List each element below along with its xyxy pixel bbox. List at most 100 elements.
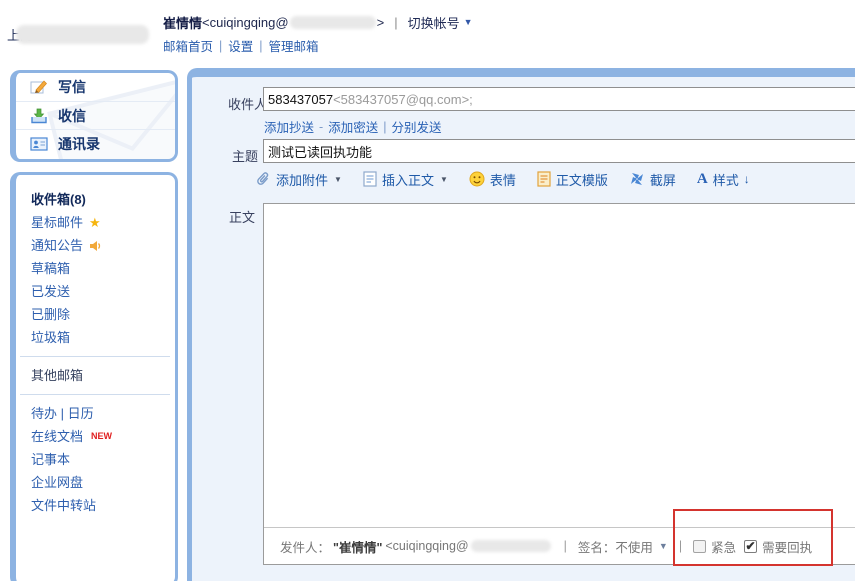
folder-label: 草稿箱 bbox=[31, 257, 70, 280]
folder-label: 已发送 bbox=[31, 280, 70, 303]
arrow-down-icon: ↓ bbox=[744, 172, 750, 186]
send-separately-link[interactable]: 分别发送 bbox=[391, 117, 441, 136]
webmail-compose-page: 上海 崔情情<cuiqingqing@> | 切换帐号 ▼ 邮箱首页 | 设置 … bbox=[0, 0, 855, 581]
style-button[interactable]: A 样式 ↓ bbox=[697, 170, 750, 189]
divider bbox=[20, 394, 170, 395]
folder-label: 垃圾箱 bbox=[31, 326, 70, 349]
cc-bcc-links: 添加抄送 - 添加密送 | 分别发送 bbox=[264, 117, 441, 136]
read-receipt-checkbox[interactable] bbox=[744, 540, 757, 553]
nav-manage-mailbox[interactable]: 管理邮箱 bbox=[269, 36, 319, 55]
to-input[interactable]: 583437057<583437057@qq.com>; bbox=[263, 87, 855, 111]
compose-pencil-icon bbox=[30, 79, 48, 95]
urgent-option: 紧急 bbox=[693, 537, 736, 556]
separator: | bbox=[394, 15, 397, 30]
body-template-button[interactable]: 正文模版 bbox=[537, 170, 608, 189]
sidebar-item-label: 通讯录 bbox=[58, 134, 100, 154]
add-attachment-button[interactable]: 添加附件 ▼ bbox=[256, 170, 342, 189]
sidebar-item-online-docs[interactable]: 在线文档 NEW bbox=[16, 425, 175, 448]
add-cc-link[interactable]: 添加抄送 bbox=[264, 117, 314, 136]
emoji-button[interactable]: 表情 bbox=[469, 170, 516, 189]
document-icon bbox=[363, 171, 377, 187]
read-receipt-label[interactable]: 需要回执 bbox=[762, 537, 812, 556]
nav-mail-home[interactable]: 邮箱首页 bbox=[163, 36, 213, 55]
email-redaction-blur bbox=[290, 16, 376, 29]
tool-label: 插入正文 bbox=[382, 170, 434, 189]
body-editor[interactable] bbox=[264, 204, 855, 528]
user-display-name: 崔情情 bbox=[163, 13, 202, 32]
folder-label: 其他邮箱 bbox=[31, 364, 83, 387]
contacts-card-icon bbox=[30, 137, 48, 151]
chevron-down-icon: ▼ bbox=[334, 175, 342, 184]
email-redaction-blur bbox=[471, 540, 551, 552]
folder-label: 收件箱(8) bbox=[31, 188, 86, 211]
template-icon bbox=[537, 171, 551, 187]
separator: - bbox=[319, 120, 323, 134]
tool-label: 添加附件 bbox=[276, 170, 328, 189]
signature-select[interactable]: 不使用 ▼ bbox=[615, 537, 667, 556]
folder-spam[interactable]: 垃圾箱 bbox=[16, 326, 175, 349]
tool-label: 在线文档 bbox=[31, 425, 83, 448]
folder-label: 通知公告 bbox=[31, 234, 83, 257]
sidebar-item-file-transfer[interactable]: 文件中转站 bbox=[16, 494, 175, 517]
separator: | bbox=[383, 120, 386, 134]
new-badge: NEW bbox=[91, 425, 112, 448]
chevron-down-icon: ▼ bbox=[440, 175, 448, 184]
separator: | bbox=[219, 39, 222, 53]
read-receipt-option: 需要回执 bbox=[744, 537, 812, 556]
switch-account-button[interactable]: 切换帐号 ▼ bbox=[408, 13, 473, 32]
folder-announcements[interactable]: 通知公告 bbox=[16, 234, 175, 257]
urgent-label[interactable]: 紧急 bbox=[711, 537, 736, 556]
smiley-icon bbox=[469, 171, 485, 187]
from-label: 发件人： bbox=[280, 537, 330, 556]
separator: | bbox=[679, 539, 682, 553]
add-bcc-link[interactable]: 添加密送 bbox=[328, 117, 378, 136]
switch-account-label: 切换帐号 bbox=[408, 13, 460, 32]
sidebar-item-label: 收信 bbox=[58, 106, 86, 126]
tool-label: 待办 | 日历 bbox=[31, 402, 94, 425]
user-email-close: > bbox=[377, 15, 385, 30]
sidebar-item-compose[interactable]: 写信 bbox=[16, 73, 175, 101]
from-name: "崔情情" bbox=[333, 537, 382, 556]
tool-label: 正文模版 bbox=[556, 170, 608, 189]
separator: | bbox=[564, 539, 567, 553]
tool-label: 样式 bbox=[713, 170, 739, 189]
letter-a-icon: A bbox=[697, 171, 708, 188]
tool-label: 截屏 bbox=[650, 170, 676, 189]
compose-toolbar: 添加附件 ▼ 插入正文 ▼ 表情 bbox=[256, 166, 750, 192]
sidebar-item-enterprise-drive[interactable]: 企业网盘 bbox=[16, 471, 175, 494]
body-label: 正文 bbox=[229, 207, 255, 226]
subject-label: 主题 bbox=[232, 146, 258, 165]
screenshot-pinwheel-icon bbox=[629, 171, 645, 187]
folder-drafts[interactable]: 草稿箱 bbox=[16, 257, 175, 280]
separator: | bbox=[259, 39, 262, 53]
star-icon: ★ bbox=[89, 216, 101, 229]
folder-sent[interactable]: 已发送 bbox=[16, 280, 175, 303]
insert-body-button[interactable]: 插入正文 ▼ bbox=[363, 170, 448, 189]
folder-label: 已删除 bbox=[31, 303, 70, 326]
sidebar-item-contacts[interactable]: 通讯录 bbox=[16, 129, 175, 157]
subject-input[interactable]: 测试已读回执功能 bbox=[263, 139, 855, 163]
divider bbox=[20, 356, 170, 357]
tool-label: 记事本 bbox=[31, 448, 70, 471]
recipient-name: 583437057 bbox=[268, 92, 333, 107]
urgent-checkbox[interactable] bbox=[693, 540, 706, 553]
folder-inbox[interactable]: 收件箱(8) bbox=[16, 188, 175, 211]
recipient-address: <583437057@qq.com>; bbox=[333, 92, 473, 107]
folder-other-mailboxes[interactable]: 其他邮箱 bbox=[16, 364, 175, 387]
sidebar-item-todo-calendar[interactable]: 待办 | 日历 bbox=[16, 402, 175, 425]
folder-label: 星标邮件 bbox=[31, 211, 83, 234]
folder-deleted[interactable]: 已删除 bbox=[16, 303, 175, 326]
from-email-prefix: <cuiqingqing@ bbox=[385, 539, 468, 553]
sidebar-item-receive[interactable]: 收信 bbox=[16, 101, 175, 129]
nav-settings[interactable]: 设置 bbox=[228, 36, 253, 55]
header-nav: 邮箱首页 | 设置 | 管理邮箱 bbox=[163, 36, 319, 55]
chevron-down-icon: ▼ bbox=[464, 17, 473, 27]
paperclip-icon bbox=[256, 171, 271, 187]
signature-label: 签名： bbox=[578, 537, 616, 556]
sidebar-item-notes[interactable]: 记事本 bbox=[16, 448, 175, 471]
folder-starred[interactable]: 星标邮件 ★ bbox=[16, 211, 175, 234]
subject-value: 测试已读回执功能 bbox=[268, 142, 372, 161]
org-name-redaction-blur bbox=[16, 25, 149, 44]
receive-mail-icon bbox=[30, 108, 48, 124]
screenshot-button[interactable]: 截屏 bbox=[629, 170, 676, 189]
